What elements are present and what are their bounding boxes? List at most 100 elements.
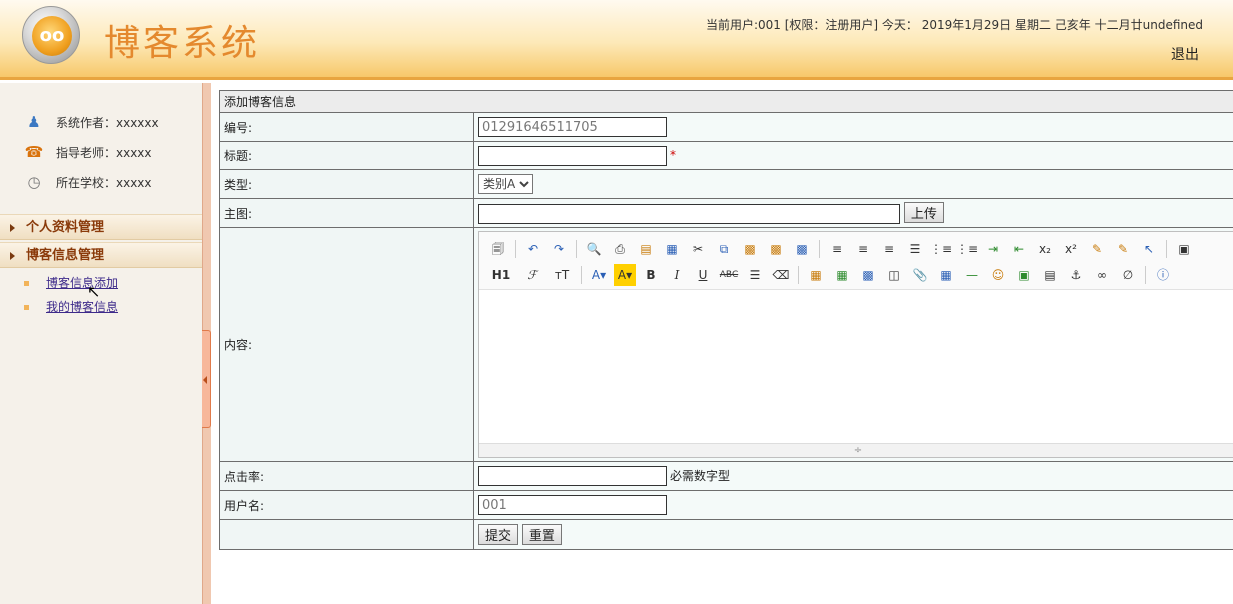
paste-word-icon[interactable]: ▩ [791,238,813,260]
redo-icon[interactable]: ↷ [548,238,570,260]
insert-file-icon[interactable]: ◫ [883,264,905,286]
help-icon[interactable]: ⓘ [1152,264,1174,286]
heading-button[interactable]: H1 [487,264,515,286]
insert-image-icon[interactable]: ▦ [805,264,827,286]
anchor-icon[interactable]: ⚓ [1065,264,1087,286]
highlight-icon[interactable]: A▾ [614,264,636,286]
info-teacher: ☎ 指导老师：xxxxx [24,137,159,167]
preview-icon[interactable]: 🔍 [583,238,605,260]
menu-personal[interactable]: 个人资料管理 [0,214,202,240]
bullet-icon [24,281,29,286]
select-all-icon[interactable]: ✎ [1112,238,1134,260]
fullscreen-icon[interactable]: ▣ [1173,238,1195,260]
content-label: 内容: [219,227,474,462]
info-teacher-text: 指导老师：xxxxx [56,145,152,160]
header: oo 博客系统 当前用户:001 [权限：注册用户] 今天： 2019年1月29… [0,0,1233,80]
toolbar-separator [515,240,516,258]
table-icon[interactable]: ▦ [935,264,957,286]
upload-button[interactable]: 上传 [903,201,944,223]
image-label: 主图: [219,198,474,228]
font-size-button[interactable]: тT [549,264,575,286]
code-icon[interactable]: ▦ [661,238,683,260]
unlink-icon[interactable]: ∅ [1117,264,1139,286]
username-label: 用户名: [219,490,474,520]
align-left-icon[interactable]: ≡ [826,238,848,260]
select-icon[interactable]: ↖ [1138,238,1160,260]
toolbar-separator [581,266,582,284]
insert-flash-icon[interactable]: ▦ [831,264,853,286]
font-family-button[interactable]: ℱ [519,264,545,286]
clear-format-icon[interactable]: ✎ [1086,238,1108,260]
superscript-icon[interactable]: x² [1060,238,1082,260]
italic-button[interactable]: I [666,264,688,286]
sidebar-item-my-blogs[interactable]: 我的博客信息 [24,298,118,315]
align-center-icon[interactable]: ≡ [852,238,874,260]
emoticon-icon[interactable]: ☺ [987,264,1009,286]
image-path-field[interactable] [478,204,900,225]
required-mark: * [670,148,676,162]
sidebar-item-label: 我的博客信息 [46,300,119,314]
sidebar-info: ♟ 系统作者：xxxxxx ☎ 指导老师：xxxxx ◷ 所在学校：xxxxx [24,107,159,197]
unordered-list-icon[interactable]: ⋮≡ [956,238,978,260]
font-color-icon[interactable]: A▾ [588,264,610,286]
link-icon[interactable]: ∞ [1091,264,1113,286]
copy-icon[interactable]: ⧉ [713,238,735,260]
reset-button[interactable]: 重置 [521,524,562,545]
info-school-text: 所在学校：xxxxx [56,175,152,190]
rich-text-editor[interactable]: 🗐 ↶ ↷ 🔍 ⎙ ▤ ▦ ✂ ⧉ ▩ ▩ ▩ ≡ ≡ ≡ ☰ ⋮≡ ⋮≡ ⇥ … [478,231,1233,458]
bold-button[interactable]: B [640,264,662,286]
cut-icon[interactable]: ✂ [687,238,709,260]
menu-blog[interactable]: 博客信息管理 [0,242,202,268]
attachment-icon[interactable]: 📎 [909,264,931,286]
hr-icon[interactable]: — [961,264,983,286]
collapse-handle[interactable] [202,330,211,428]
eraser-icon[interactable]: ⌫ [770,264,792,286]
outdent-icon[interactable]: ⇤ [1008,238,1030,260]
clicks-hint: 必需数字型 [670,468,731,483]
sidebar-item-add-blog[interactable]: 博客信息添加 [24,274,118,291]
main-content: 添加博客信息 编号: 标题: * 类型: 类别A 主图: [219,90,1233,550]
clicks-field[interactable] [478,466,667,486]
toolbar-row-1: 🗐 ↶ ↷ 🔍 ⎙ ▤ ▦ ✂ ⧉ ▩ ▩ ▩ ≡ ≡ ≡ ☰ ⋮≡ ⋮≡ ⇥ … [487,236,1229,262]
page-break-icon[interactable]: ▤ [1039,264,1061,286]
align-right-icon[interactable]: ≡ [878,238,900,260]
blog-form: 添加博客信息 编号: 标题: * 类型: 类别A 主图: [219,90,1233,550]
submit-button[interactable]: 提交 [478,524,519,545]
paste-text-icon[interactable]: ▩ [765,238,787,260]
info-author-text: 系统作者：xxxxxx [56,115,159,130]
paste-icon[interactable]: ▩ [739,238,761,260]
subscript-icon[interactable]: x₂ [1034,238,1056,260]
number-field[interactable] [478,117,667,137]
indent-icon[interactable]: ⇥ [982,238,1004,260]
logout-link[interactable]: 退出 [1171,44,1199,64]
justify-icon[interactable]: ☰ [904,238,926,260]
app-title: 博客系统 [104,23,261,64]
teacher-icon: ☎ [24,143,44,161]
sidebar-item-label: 博客信息添加 [46,276,119,290]
image-manager-icon[interactable]: ▣ [1013,264,1035,286]
info-author: ♟ 系统作者：xxxxxx [24,107,159,137]
clicks-label: 点击率: [219,461,474,491]
sidebar: ♟ 系统作者：xxxxxx ☎ 指导老师：xxxxx ◷ 所在学校：xxxxx … [0,83,202,604]
source-icon[interactable]: 🗐 [487,238,509,260]
toolbar-separator [819,240,820,258]
form-title: 添加博客信息 [219,90,1233,113]
toolbar-separator [1166,240,1167,258]
type-select[interactable]: 类别A [478,174,533,194]
actions-label [219,519,474,550]
underline-button[interactable]: U [692,264,714,286]
horizontal-rule-icon[interactable]: ☰ [744,264,766,286]
undo-icon[interactable]: ↶ [522,238,544,260]
strikethrough-button[interactable]: ABC [718,264,740,286]
number-label: 编号: [219,112,474,142]
logo-icon: oo [32,16,72,56]
print-icon[interactable]: ⎙ [609,238,631,260]
ordered-list-icon[interactable]: ⋮≡ [930,238,952,260]
editor-resize-handle[interactable]: ÷ [479,443,1233,457]
template-icon[interactable]: ▤ [635,238,657,260]
username-field[interactable] [478,495,667,515]
editor-body[interactable] [479,290,1233,443]
insert-media-icon[interactable]: ▩ [857,264,879,286]
editor-toolbar: 🗐 ↶ ↷ 🔍 ⎙ ▤ ▦ ✂ ⧉ ▩ ▩ ▩ ≡ ≡ ≡ ☰ ⋮≡ ⋮≡ ⇥ … [479,232,1233,290]
title-field[interactable] [478,145,667,166]
